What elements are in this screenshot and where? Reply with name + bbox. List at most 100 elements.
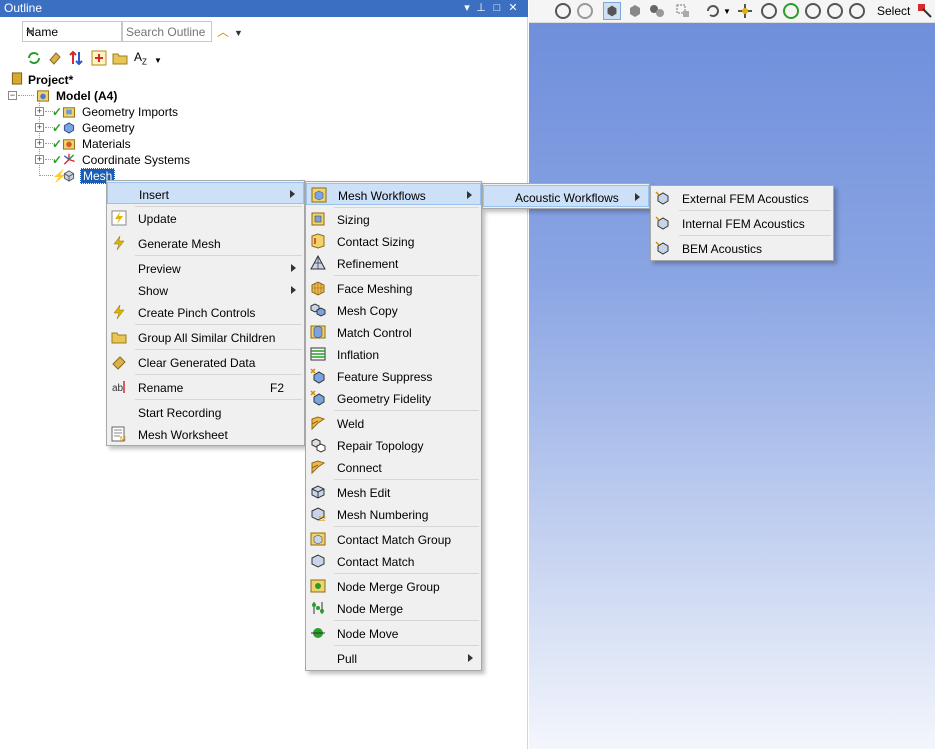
menu-item-repair-topology[interactable]: Repair Topology [306,434,481,456]
acoustics-icon [655,216,669,230]
filter-select[interactable]: Name [22,21,122,42]
expand-toggle-materials[interactable]: + [35,139,44,148]
menu-item-connect[interactable]: Connect [306,456,481,478]
menu-item-node-merge[interactable]: Node Merge [306,597,481,619]
multi-body-icon[interactable] [649,3,665,19]
folder-icon[interactable] [112,50,128,66]
chevron-right-icon [291,286,296,294]
tree-label-coordinate-systems: Coordinate Systems [82,153,191,167]
rotate-dropdown-icon[interactable]: ▼ [723,7,731,16]
viewport-toolbar: ▼ Select [529,0,935,23]
menu-label: Start Recording [138,406,222,420]
menu-item-mesh-workflows[interactable]: Mesh Workflows [306,183,481,205]
weld-icon [311,416,326,431]
menu-item-show[interactable]: Show [107,279,304,301]
dropdown-icon[interactable]: ▾ [460,1,474,15]
rotate-icon[interactable] [705,3,721,19]
menu-item-mesh-copy[interactable]: Mesh Copy [306,299,481,321]
menu-label: External FEM Acoustics [682,192,809,206]
sort-icon[interactable] [68,50,84,66]
menu-item-create-pinch-controls[interactable]: Create Pinch Controls [107,301,304,323]
select-label[interactable]: Select [877,4,910,18]
menu-item-contact-sizing[interactable]: Contact Sizing [306,230,481,252]
menu-label: Mesh Numbering [337,508,429,522]
solid-view-icon[interactable] [603,2,621,20]
menu-item-match-control[interactable]: Match Control [306,321,481,343]
menu-item-inflation[interactable]: Inflation [306,343,481,365]
expand-all-icon[interactable] [91,50,107,66]
graphics-viewport[interactable] [529,23,935,749]
menu-label: Generate Mesh [138,237,221,251]
menu-item-mesh-worksheet[interactable]: M Mesh Worksheet [107,423,304,445]
box-view-icon[interactable] [627,3,643,19]
menu-item-pull[interactable]: Pull [306,647,481,669]
menu-item-rename[interactable]: ab Rename F2 [107,376,304,398]
repair-topology-icon [311,438,326,453]
menu-item-bem-acoustics[interactable]: BEM Acoustics [651,237,833,259]
menu-label: Node Merge [337,602,404,616]
menu-label: Refinement [337,257,399,271]
svg-text:ab: ab [112,383,124,394]
menu-label: Update [138,212,177,226]
menu-item-mesh-edit[interactable]: Mesh Edit [306,481,481,503]
menu-item-group-all-similar-children[interactable]: Group All Similar Children [107,326,304,348]
menu-item-weld[interactable]: Weld [306,412,481,434]
zoom-fit-icon[interactable] [805,3,821,19]
menu-label: Insert [139,188,170,202]
maximize-icon[interactable]: □ [490,1,504,15]
menu-item-refinement[interactable]: Refinement [306,252,481,274]
outline-toolbar: AZ ▼ [0,47,528,69]
select-box-icon[interactable] [675,3,691,19]
menu-item-geometry-fidelity[interactable]: Geometry Fidelity [306,387,481,409]
menu-label: Preview [138,262,181,276]
menu-item-internal-fem-acoustics[interactable]: Internal FEM Acoustics [651,212,833,234]
menu-item-mesh-numbering[interactable]: 12 Mesh Numbering [306,503,481,525]
menu-label: Node Move [337,627,399,641]
zoom-icon[interactable] [555,3,571,19]
menu-item-preview[interactable]: Preview [107,257,304,279]
menu-item-contact-match-group[interactable]: Contact Match Group [306,528,481,550]
sort-dropdown-icon[interactable]: ▼ [154,56,170,72]
pin-icon[interactable]: ⊥ [474,1,488,15]
zoom-box-icon[interactable] [783,3,799,19]
menu-item-face-meshing[interactable]: Face Meshing [306,277,481,299]
contact-match-icon [311,554,325,568]
clear-icon[interactable] [47,50,63,66]
chevron-up-icon[interactable]: ︿ [217,23,229,40]
menu-item-update[interactable]: Update [107,207,304,229]
expand-toggle-geometry[interactable]: + [35,123,44,132]
acoustic-workflows-submenu: External FEM Acoustics Internal FEM Acou… [650,185,834,261]
menu-item-feature-suppress[interactable]: Feature Suppress [306,365,481,387]
collapse-toggle-model[interactable]: − [8,91,17,100]
menu-item-clear-generated-data[interactable]: Clear Generated Data [107,351,304,373]
expand-toggle-geometry-imports[interactable]: + [35,107,44,116]
geometry-imports-icon [62,107,76,118]
menu-item-start-recording[interactable]: Start Recording [107,401,304,423]
zoom-previous-icon[interactable] [827,3,843,19]
menu-item-node-move[interactable]: Node Move [306,622,481,644]
zoom-out-icon[interactable] [577,3,593,19]
inflation-icon [310,347,326,361]
menu-item-generate-mesh[interactable]: Generate Mesh [107,232,304,254]
dropdown-arrow-icon[interactable]: ▼ [234,28,243,38]
menu-label: Mesh Edit [337,486,391,500]
zoom-next-icon[interactable] [849,3,865,19]
node-merge-icon [312,602,324,614]
menu-item-contact-match[interactable]: Contact Match [306,550,481,572]
menu-item-insert[interactable]: Insert [107,182,304,204]
sort-alpha-icon[interactable]: AZ [134,50,150,66]
menu-item-acoustic-workflows[interactable]: Acoustic Workflows [483,185,649,207]
pan-icon[interactable] [737,3,753,19]
connect-icon [311,460,326,475]
menu-item-sizing[interactable]: Sizing [306,208,481,230]
menu-item-external-fem-acoustics[interactable]: External FEM Acoustics [651,187,833,209]
node-move-icon [311,628,325,638]
expand-toggle-coordinate-systems[interactable]: + [35,155,44,164]
select-mode-icon[interactable] [917,3,933,19]
menu-item-node-merge-group[interactable]: Node Merge Group [306,575,481,597]
zoom-in-icon[interactable] [761,3,777,19]
refresh-icon[interactable] [26,50,42,66]
chevron-down-icon [26,30,34,34]
close-icon[interactable]: ✕ [506,1,520,15]
search-input[interactable] [122,21,212,42]
